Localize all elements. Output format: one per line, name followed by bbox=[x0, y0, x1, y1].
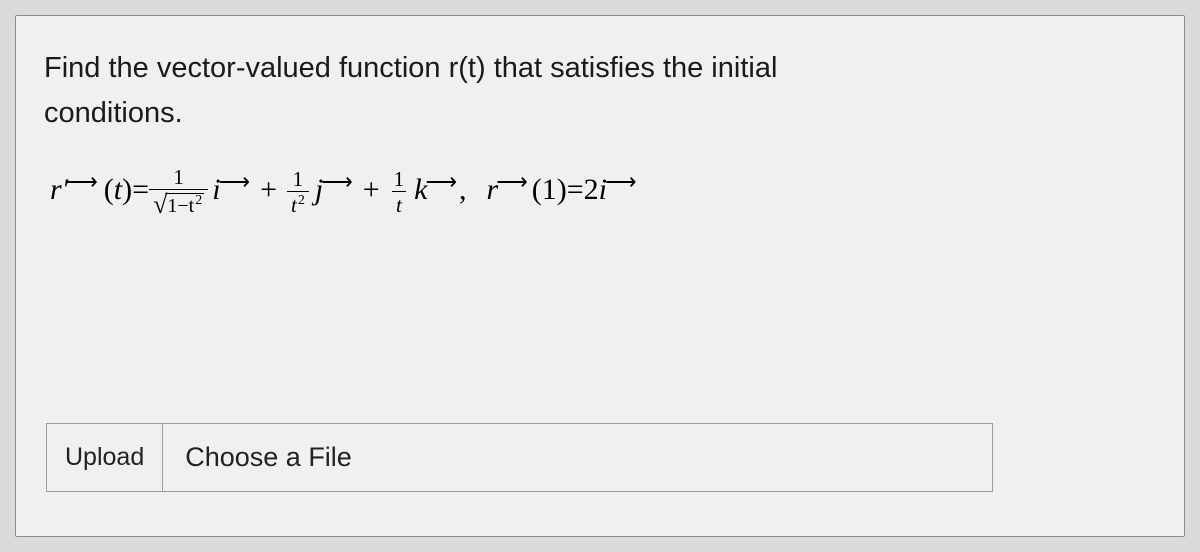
eq-frac-2: 1 t2 bbox=[287, 168, 309, 216]
eq-frac1-num: 1 bbox=[169, 166, 188, 189]
eq-frac3-num: 1 bbox=[390, 168, 409, 191]
eq-frac-3: 1 t bbox=[390, 168, 409, 216]
eq-equals: = bbox=[132, 173, 149, 207]
choose-file-button[interactable]: Choose a File bbox=[163, 424, 992, 491]
question-line-2: conditions. bbox=[44, 97, 183, 129]
eq-comma: , bbox=[459, 173, 467, 207]
question-line-1: Find the vector-valued function r(t) tha… bbox=[44, 52, 777, 84]
eq-frac2-den-sup: 2 bbox=[298, 193, 305, 208]
sqrt-wrapper: √ 1−t2 bbox=[153, 192, 204, 218]
eq-frac2-den: t2 bbox=[287, 191, 309, 216]
vector-arrow-icon: ⟶ bbox=[496, 169, 528, 195]
eq-frac2-den-base: t bbox=[291, 193, 297, 217]
eq-frac3-den: t bbox=[392, 191, 406, 216]
question-card: Find the vector-valued function r(t) tha… bbox=[15, 15, 1185, 537]
eq-rhs-arg: (1) bbox=[532, 173, 567, 207]
vector-arrow-icon: ⟶ bbox=[321, 169, 353, 195]
eq-rhs-equals: = bbox=[567, 173, 584, 207]
equation: r′⟶ (t) = 1 √ 1−t2 i⟶ + 1 t2 j⟶ + 1 t k⟶… bbox=[50, 164, 1156, 216]
vector-arrow-icon: ⟶ bbox=[425, 169, 457, 195]
eq-plus-1: + bbox=[260, 173, 277, 207]
eq-frac-1: 1 √ 1−t2 bbox=[149, 166, 208, 218]
question-prompt: Find the vector-valued function r(t) tha… bbox=[44, 46, 1156, 136]
vector-arrow-icon: ⟶ bbox=[219, 169, 251, 195]
upload-row: Upload Choose a File bbox=[46, 423, 993, 492]
eq-t: t bbox=[114, 173, 122, 206]
eq-lhs-arg: (t) bbox=[104, 173, 132, 207]
eq-frac1-den-inner: 1−t bbox=[167, 195, 194, 217]
vector-arrow-icon: ⟶ bbox=[66, 169, 98, 195]
eq-frac1-den-sup: 2 bbox=[195, 193, 202, 208]
eq-r-prime-r: r bbox=[50, 173, 62, 207]
vector-arrow-icon: ⟶ bbox=[605, 169, 637, 195]
eq-frac1-den: √ 1−t2 bbox=[149, 189, 208, 218]
eq-plus-2: + bbox=[363, 173, 380, 207]
eq-frac1-den-rad: 1−t2 bbox=[165, 193, 204, 218]
upload-label: Upload bbox=[47, 424, 163, 491]
eq-rhs-val: 2 bbox=[584, 173, 599, 207]
eq-frac2-num: 1 bbox=[289, 168, 308, 191]
